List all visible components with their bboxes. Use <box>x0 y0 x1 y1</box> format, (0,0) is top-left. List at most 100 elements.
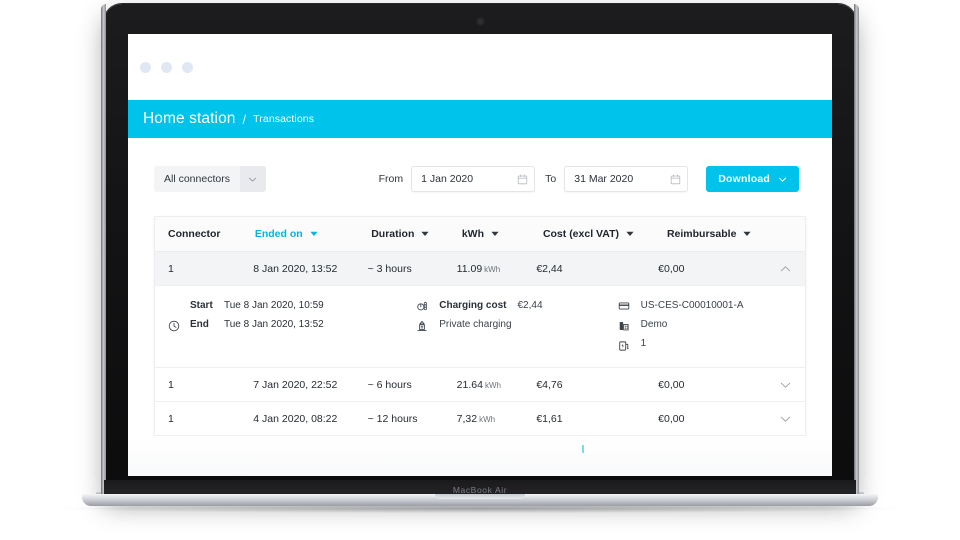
breadcrumb-home-station[interactable]: Home station <box>143 110 236 128</box>
column-header-connector[interactable]: Connector <box>155 228 255 240</box>
download-button-label: Download <box>718 173 770 185</box>
cell-kwh-value: 21.64 <box>456 378 483 391</box>
laptop-base-notch <box>435 494 525 499</box>
caret-down-icon[interactable] <box>626 231 634 237</box>
detail-connector-value: 1 <box>640 337 647 349</box>
cell-kwh: 7,32 kWh <box>457 413 537 425</box>
breadcrumb-transactions[interactable]: Transactions <box>253 113 314 125</box>
column-header-kwh-label: kWh <box>461 228 485 240</box>
detail-time-lines: Start Tue 8 Jan 2020, 10:59 End Tue 8 Ja… <box>190 299 324 352</box>
card-icon <box>618 300 630 312</box>
charge-point-icon <box>618 340 630 352</box>
column-header-ended-on[interactable]: Ended on <box>255 228 371 240</box>
cell-connector: 1 <box>168 262 174 275</box>
connector-select[interactable]: All connectors <box>154 166 266 192</box>
cell-duration: ~ 6 hours <box>367 378 412 391</box>
chevron-down-icon[interactable] <box>239 166 266 192</box>
cell-duration: ~ 12 hours <box>367 412 418 425</box>
detail-end-value: Tue 8 Jan 2020, 13:52 <box>224 318 324 330</box>
cell-reimbursable: €0,00 <box>658 378 685 391</box>
cell-kwh-unit: kWh <box>484 264 501 274</box>
row-expand-toggle[interactable] <box>780 415 805 423</box>
chevron-down-icon[interactable] <box>780 381 791 389</box>
detail-card-line: US-CES-C00010001-A <box>641 299 744 311</box>
table-row[interactable]: 1 7 Jan 2020, 22:52 ~ 6 hours 21.64 kWh €… <box>155 368 805 402</box>
cell-reimbursable: €0,00 <box>658 262 685 275</box>
main-content: All connectors From 1 Jan 2020 To 31 Mar… <box>128 138 832 476</box>
column-header-connector-label: Connector <box>168 228 221 240</box>
detail-connector-line: 1 <box>641 337 744 349</box>
from-date-input[interactable]: 1 Jan 2020 <box>411 166 536 192</box>
from-date-value: 1 Jan 2020 <box>421 173 474 185</box>
cell-connector: 1 <box>168 412 174 425</box>
cell-kwh: 11.09 kWh <box>457 263 537 275</box>
detail-identity-lines: US-CES-C00010001-A Demo 1 <box>641 299 744 352</box>
calendar-icon[interactable] <box>670 174 681 185</box>
table-row[interactable]: 1 8 Jan 2020, 13:52 ~ 3 hours 11.09 kWh €… <box>155 252 805 286</box>
cell-duration: ~ 3 hours <box>367 262 412 275</box>
connector-select-value: All connectors <box>164 173 230 185</box>
close-dot-icon[interactable] <box>140 61 151 73</box>
cell-kwh-value: 7,32 <box>456 412 478 425</box>
transactions-table: Connector Ended on Duration kWh Cost (ex… <box>154 216 806 436</box>
chevron-up-icon[interactable] <box>780 265 791 273</box>
caret-down-icon[interactable] <box>743 231 752 237</box>
caret-down-icon[interactable] <box>491 231 499 237</box>
window-controls <box>140 61 193 73</box>
column-header-reimbursable-label: Reimbursable <box>666 228 737 240</box>
laptop-edge-left <box>101 4 106 496</box>
to-label: To <box>545 173 557 185</box>
detail-start-label: Start <box>190 299 213 311</box>
column-header-duration[interactable]: Duration <box>371 228 462 240</box>
column-header-reimbursable[interactable]: Reimbursable <box>667 228 791 240</box>
from-label: From <box>378 173 404 185</box>
cell-kwh-unit: kWh <box>484 380 501 390</box>
detail-identity-group: US-CES-C00010001-A Demo 1 <box>618 299 805 352</box>
download-button[interactable]: Download <box>706 166 799 192</box>
cell-kwh-unit: kWh <box>479 414 496 424</box>
content-footer <box>128 436 832 476</box>
charging-station-icon <box>416 320 428 332</box>
detail-charging-cost-label: Charging cost <box>439 299 507 311</box>
column-header-kwh[interactable]: kWh <box>462 228 543 240</box>
laptop-base <box>82 494 878 506</box>
detail-site-value: Demo <box>640 318 668 330</box>
scroll-tick-indicator <box>582 445 584 453</box>
caret-down-icon[interactable] <box>310 231 318 237</box>
browser-toolbar <box>128 34 832 100</box>
cell-ended-on: 4 Jan 2020, 08:22 <box>253 412 338 425</box>
detail-site-line: Demo <box>641 318 744 330</box>
detail-charging-cost-line: Charging cost €2,44 <box>439 299 542 311</box>
detail-time-group: Start Tue 8 Jan 2020, 10:59 End Tue 8 Ja… <box>155 299 416 352</box>
minimize-dot-icon[interactable] <box>161 61 172 73</box>
maximize-dot-icon[interactable] <box>182 61 193 73</box>
breadcrumb-separator: / <box>242 111 247 127</box>
charge-meter-icon <box>416 300 428 312</box>
cell-cost: €4,76 <box>536 378 563 391</box>
chevron-down-icon <box>778 175 787 184</box>
detail-end-line: End Tue 8 Jan 2020, 13:52 <box>190 318 324 330</box>
chevron-down-icon[interactable] <box>780 415 791 423</box>
column-header-cost[interactable]: Cost (excl VAT) <box>543 228 667 240</box>
row-expand-toggle[interactable] <box>780 265 805 273</box>
date-from-group: From 1 Jan 2020 <box>379 166 536 192</box>
row-expand-toggle[interactable] <box>780 381 805 389</box>
cell-reimbursable: €0,00 <box>658 412 685 425</box>
to-date-input[interactable]: 31 Mar 2020 <box>564 166 689 192</box>
detail-charging-type-label: Private charging <box>439 318 512 330</box>
calendar-icon[interactable] <box>517 174 528 185</box>
filter-bar: All connectors From 1 Jan 2020 To 31 Mar… <box>128 138 832 192</box>
table-header-row: Connector Ended on Duration kWh Cost (ex… <box>155 217 805 252</box>
detail-card-value: US-CES-C00010001-A <box>640 299 744 311</box>
cell-cost: €1,61 <box>536 412 563 425</box>
clock-icon <box>168 299 190 352</box>
decorative-gradient <box>223 472 257 476</box>
table-row[interactable]: 1 4 Jan 2020, 08:22 ~ 12 hours 7,32 kWh €… <box>155 402 805 435</box>
column-header-duration-label: Duration <box>371 228 415 240</box>
to-date-value: 31 Mar 2020 <box>574 173 634 185</box>
detail-charging-cost-value: €2,44 <box>517 299 543 311</box>
cell-kwh: 21.64 kWh <box>457 379 537 391</box>
caret-down-icon[interactable] <box>421 231 429 237</box>
cell-ended-on: 8 Jan 2020, 13:52 <box>253 262 338 275</box>
webcam-icon <box>477 19 483 24</box>
